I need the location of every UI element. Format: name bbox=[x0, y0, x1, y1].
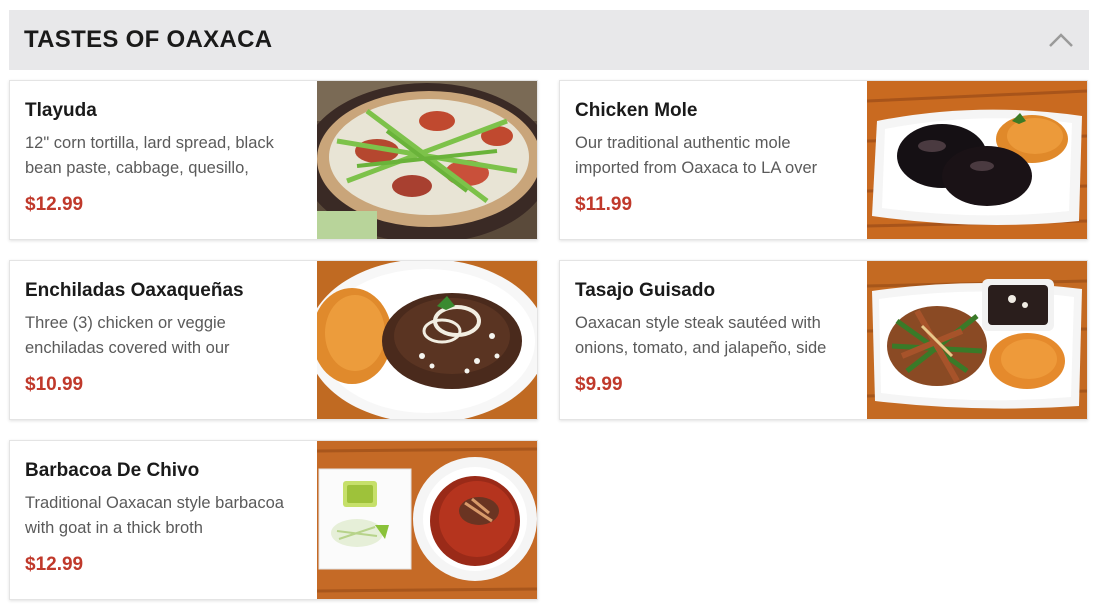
item-description: Oaxacan style steak sautéed with onions,… bbox=[575, 314, 827, 357]
item-price: $10.99 bbox=[25, 374, 84, 395]
enchiladas-photo bbox=[317, 261, 537, 419]
menu-item-card[interactable]: Tasajo Guisado Oaxacan style steak sauté… bbox=[559, 260, 1088, 420]
chevron-up-icon[interactable] bbox=[1047, 26, 1075, 54]
barbacoa-photo bbox=[317, 441, 537, 599]
item-name: Tlayuda bbox=[25, 100, 97, 121]
menu-item-card[interactable]: Tlayuda 12" corn tortilla, lard spread, … bbox=[9, 80, 538, 240]
item-price: $12.99 bbox=[25, 554, 84, 575]
item-description: 12" corn tortilla, lard spread, black be… bbox=[25, 134, 274, 177]
item-name: Chicken Mole bbox=[575, 100, 698, 121]
item-description: Three (3) chicken or veggie enchiladas c… bbox=[25, 314, 230, 357]
menu-item-card[interactable]: Barbacoa De Chivo Traditional Oaxacan st… bbox=[9, 440, 538, 600]
item-name: Enchiladas Oaxaqueñas bbox=[25, 280, 244, 301]
item-description: Traditional Oaxacan style barbacoa with … bbox=[25, 494, 284, 537]
item-name: Tasajo Guisado bbox=[575, 280, 716, 301]
tasajo-photo bbox=[867, 261, 1087, 419]
chicken-mole-photo bbox=[867, 81, 1087, 239]
section-header[interactable]: TASTES OF OAXACA bbox=[9, 10, 1089, 70]
section-title: TASTES OF OAXACA bbox=[24, 26, 273, 53]
item-description: Our traditional authentic mole imported … bbox=[575, 134, 818, 177]
item-price: $11.99 bbox=[575, 194, 633, 215]
item-price: $9.99 bbox=[575, 374, 623, 395]
menu-item-card[interactable]: Chicken Mole Our traditional authentic m… bbox=[559, 80, 1088, 240]
menu-item-card[interactable]: Enchiladas Oaxaqueñas Three (3) chicken … bbox=[9, 260, 538, 420]
tlayuda-photo bbox=[317, 81, 537, 239]
item-price: $12.99 bbox=[25, 194, 84, 215]
item-name: Barbacoa De Chivo bbox=[25, 460, 200, 481]
